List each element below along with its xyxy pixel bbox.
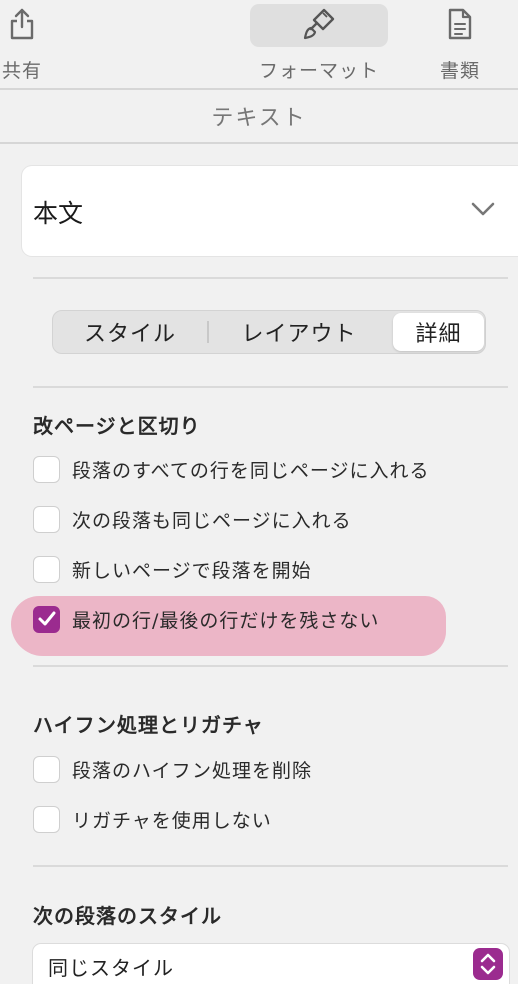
divider (33, 665, 508, 667)
checkbox-row-keep-lines-together[interactable]: 段落のすべての行を同じページに入れる (33, 455, 430, 483)
share-label: 共有 (1, 60, 42, 82)
divider (33, 277, 508, 279)
title-divider (0, 142, 518, 144)
checkbox[interactable] (33, 755, 60, 783)
format-label: フォーマット (258, 60, 379, 82)
format-button[interactable]: フォーマット (250, 4, 388, 84)
tab-segmented-control: スタイル レイアウト 詳細 (52, 310, 486, 354)
panel-title: テキスト (211, 106, 307, 131)
checkbox-label: 段落のすべての行を同じページに入れる (72, 459, 430, 482)
chevron-down-icon (470, 200, 496, 222)
checkbox[interactable] (33, 805, 60, 833)
checkbox-checked[interactable] (33, 605, 60, 633)
checkbox-row-no-ligatures[interactable]: リガチャを使用しない (33, 805, 272, 833)
checkbox-label: 次の段落も同じページに入れる (72, 509, 352, 532)
divider (33, 386, 508, 388)
checkbox[interactable] (33, 505, 60, 533)
select-stepper-icon[interactable] (473, 948, 503, 980)
document-button[interactable]: 書類 (428, 4, 492, 84)
checkbox[interactable] (33, 555, 60, 583)
section-title-page-breaks: 改ページと区切り (33, 414, 201, 438)
tab-style[interactable]: スタイル (53, 311, 207, 353)
checkbox-row-remove-hyphenation[interactable]: 段落のハイフン処理を削除 (33, 755, 312, 783)
checkbox-label: リガチャを使用しない (72, 809, 272, 832)
document-icon (446, 4, 474, 44)
document-label: 書類 (439, 60, 480, 82)
checkbox-row-keep-with-next[interactable]: 次の段落も同じページに入れる (33, 505, 352, 533)
divider (33, 865, 508, 867)
tab-detail[interactable]: 詳細 (393, 313, 484, 351)
next-style-value: 同じスタイル (48, 956, 174, 980)
checkbox-row-widow-orphan[interactable]: 最初の行/最後の行だけを残さない (33, 605, 379, 633)
toolbar-divider (0, 88, 518, 90)
toolbar: 共有 フォーマット 書類 (0, 0, 518, 88)
checkbox-label: 新しいページで段落を開始 (72, 559, 312, 582)
paintbrush-icon (250, 4, 388, 44)
checkbox-label: 段落のハイフン処理を削除 (72, 759, 313, 782)
paragraph-style-selector[interactable]: 本文 (22, 166, 518, 256)
checkbox-label: 最初の行/最後の行だけを残さない (72, 609, 380, 632)
share-button[interactable]: 共有 (0, 4, 52, 84)
section-title-next-style: 次の段落のスタイル (33, 904, 222, 928)
checkbox[interactable] (33, 455, 60, 483)
next-style-select[interactable]: 同じスタイル (33, 944, 509, 984)
paragraph-style-name: 本文 (33, 199, 84, 228)
share-icon (7, 4, 37, 44)
section-title-hyphenation: ハイフン処理とリガチャ (33, 713, 264, 737)
tab-layout[interactable]: レイアウト (209, 311, 389, 353)
checkbox-row-page-break-before[interactable]: 新しいページで段落を開始 (33, 555, 312, 583)
checkmark-icon (38, 611, 55, 626)
